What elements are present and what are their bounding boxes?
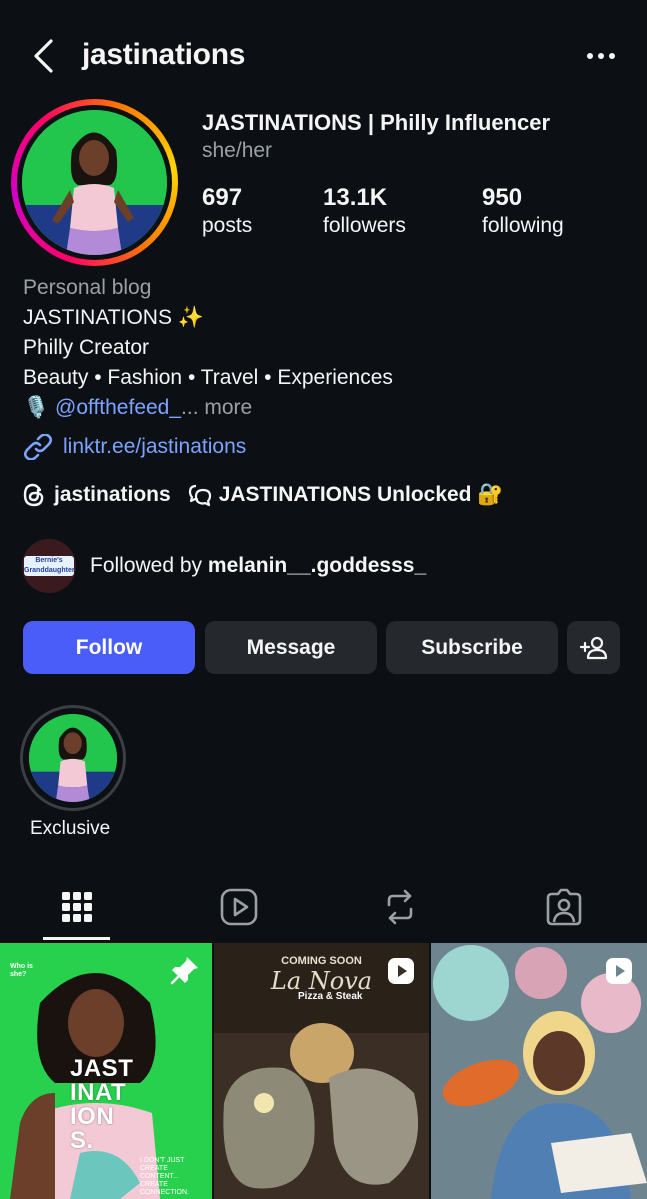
- broadcast-channel-link[interactable]: JASTINATIONS Unlocked 🔐: [187, 482, 504, 508]
- followers-count[interactable]: 13.1K followers: [323, 184, 406, 238]
- post-overlay-tagline: I DON'T JUST CREATE CONTENT... CREATE CO…: [140, 1157, 189, 1196]
- link-url: linktr.ee/jastinations: [63, 435, 247, 458]
- tagged-person-icon: [546, 888, 582, 926]
- profile-category: Personal blog: [23, 276, 152, 299]
- back-button[interactable]: [26, 36, 60, 76]
- chevron-left-icon: [34, 39, 53, 73]
- channel-chat-icon: [188, 484, 211, 507]
- following-count[interactable]: 950 following: [482, 184, 564, 238]
- stat-label: followers: [323, 214, 406, 237]
- mutual-follower-avatar: Bernie's Granddaughter: [22, 539, 76, 593]
- link-icon: [23, 434, 53, 460]
- mention-link[interactable]: @offthefeed_: [55, 396, 181, 419]
- followed-by-prefix: Followed by: [90, 554, 208, 577]
- tab-reels[interactable]: [209, 884, 269, 930]
- follow-button[interactable]: Follow: [23, 621, 195, 674]
- microphone-emoji: 🎙️: [23, 396, 50, 419]
- highlight-label: Exclusive: [30, 818, 111, 839]
- grid-icon: [62, 892, 92, 922]
- mutual-avatar-badge: Bernie's Granddaughter: [24, 556, 75, 576]
- profile-header: jastinations: [0, 0, 647, 112]
- reel-icon: [388, 958, 414, 984]
- threads-link[interactable]: jastinations: [22, 482, 171, 508]
- subscribe-button[interactable]: Subscribe: [386, 621, 558, 674]
- post-overlay-subtitle: Pizza & Steak: [298, 991, 363, 1002]
- bio-line-2: Philly Creator: [23, 336, 150, 359]
- bio-line-1: JASTINATIONS ✨: [23, 306, 204, 329]
- suggested-users-button[interactable]: [567, 621, 620, 674]
- stat-label: posts: [202, 214, 253, 237]
- add-person-icon: [579, 636, 607, 659]
- grid-post-3[interactable]: [431, 943, 647, 1199]
- header-username: jastinations: [82, 38, 246, 71]
- display-name: JASTINATIONS | Philly Influencer: [202, 110, 551, 135]
- grid-post-1[interactable]: Who is she? JAST INAT ION S. I DON'T JUS…: [0, 943, 212, 1199]
- stat-value: 950: [482, 184, 523, 211]
- bio-line-4: 🎙️ @offthefeed_... more: [23, 396, 252, 420]
- pronouns: she/her: [202, 139, 273, 162]
- stat-value: 13.1K: [323, 184, 388, 211]
- stat-label: following: [482, 214, 564, 237]
- stat-value: 697: [202, 184, 243, 211]
- message-button[interactable]: Message: [205, 621, 377, 674]
- bio-ellipsis: ...: [181, 396, 199, 419]
- bio-line-3: Beauty • Fashion • Travel • Experiences: [23, 366, 393, 389]
- more-options-button[interactable]: [583, 44, 619, 68]
- tab-reposts[interactable]: [370, 884, 430, 930]
- threads-and-channel-row: jastinations JASTINATIONS Unlocked 🔐: [22, 482, 504, 508]
- mutual-follower-name: melanin__.goddesss_: [207, 554, 427, 577]
- post-overlay-title: JAST INAT ION S.: [70, 1055, 134, 1154]
- reel-icon: [606, 958, 632, 984]
- highlight-exclusive[interactable]: [20, 705, 126, 811]
- posts-count[interactable]: 697 posts: [202, 184, 252, 238]
- highlight-photo: [29, 714, 117, 802]
- reels-play-icon: [220, 888, 258, 926]
- channel-name: JASTINATIONS Unlocked 🔐: [218, 483, 504, 506]
- profile-photo: [22, 110, 167, 255]
- highlight-cover: [29, 714, 117, 802]
- more-horizontal-icon: [587, 53, 615, 59]
- grid-post-2[interactable]: COMING SOON La Nova Pizza & Steak: [214, 943, 429, 1199]
- active-tab-indicator: [43, 937, 110, 940]
- external-link[interactable]: linktr.ee/jastinations: [23, 434, 246, 460]
- post-caption-who: Who is she?: [10, 963, 33, 978]
- tab-tagged[interactable]: [534, 884, 594, 930]
- bio-more-button[interactable]: more: [199, 396, 252, 419]
- tab-posts-grid[interactable]: [47, 884, 107, 930]
- followed-by-text: Followed by melanin__.goddesss_: [90, 554, 426, 578]
- profile-avatar[interactable]: [22, 110, 167, 255]
- repost-icon: [387, 889, 413, 925]
- threads-icon: [23, 483, 44, 507]
- pin-icon: [170, 957, 198, 985]
- followed-by-row[interactable]: Bernie's Granddaughter Followed by melan…: [22, 539, 426, 593]
- story-ring[interactable]: [11, 99, 178, 266]
- threads-handle: jastinations: [54, 483, 171, 506]
